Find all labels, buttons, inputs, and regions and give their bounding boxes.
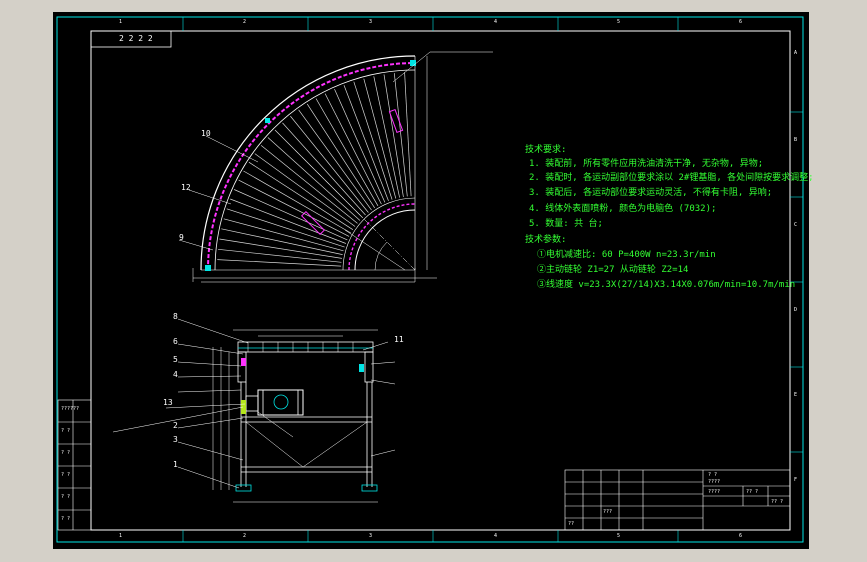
frame-tick-top-6: 6 xyxy=(739,19,743,25)
frame-tick-bottom-4: 4 xyxy=(494,533,498,539)
title-block-cell-7: ?? xyxy=(568,521,575,527)
roller xyxy=(315,98,379,207)
frame-tick-bottom-6: 6 xyxy=(739,533,743,539)
left-table-cell-4: ? ? xyxy=(61,472,71,478)
left-table-cell-2: ? ? xyxy=(61,428,71,434)
title-block-cell-3: ???? xyxy=(708,489,721,495)
frame-tick-top-1: 1 xyxy=(119,19,123,25)
callout-plan-12: 12 xyxy=(181,183,191,192)
notes-heading: 技术要求: xyxy=(525,145,567,155)
callout-elev-5: 5 xyxy=(173,355,178,364)
callout-elev-6: 6 xyxy=(173,337,178,346)
frame-tick-top-5: 5 xyxy=(617,19,621,25)
frame-tick-right-d: D xyxy=(794,307,798,313)
roller xyxy=(373,76,400,198)
param-item-2: ②主动链轮 Z1=27 从动链轮 Z2=14 xyxy=(537,265,689,275)
frame-tick-bottom-2: 2 xyxy=(243,533,247,539)
title-block-cell-4: ?? ? xyxy=(746,489,759,495)
roller xyxy=(226,208,345,248)
note-item-3: 3. 装配后, 各运动部位要求运动灵活, 不得有卡阻, 异响; xyxy=(529,188,773,198)
note-item-5: 5. 数量: 共 台; xyxy=(529,219,603,229)
callout-elev-2: 2 xyxy=(173,421,178,430)
frame-tick-right-c: C xyxy=(794,222,798,228)
frame-tick-right-f: F xyxy=(794,477,798,483)
title-corner-text: 2 2 2 2 xyxy=(119,34,153,43)
title-block-cell-2: ???? xyxy=(708,479,721,485)
left-table-cell-6: ? ? xyxy=(61,516,71,522)
callout-elev-4: 4 xyxy=(173,370,178,379)
title-block-cell-1: ? ? xyxy=(708,472,718,478)
roller xyxy=(254,153,356,227)
frame-tick-top-4: 4 xyxy=(494,19,498,25)
frame-tick-right-e: E xyxy=(794,392,798,398)
callout-elev-11: 11 xyxy=(394,335,404,344)
roller xyxy=(223,218,344,252)
frame-tick-right-b: B xyxy=(794,137,798,143)
left-table-cell-5: ? ? xyxy=(61,494,71,500)
roller xyxy=(383,74,404,197)
param-item-3: ③线速度 v=23.3X(27/14)X3.14X0.076m/min=10.7… xyxy=(537,280,796,290)
roller xyxy=(243,170,352,234)
callout-plan-10: 10 xyxy=(201,129,211,138)
params-heading: 技术参数: xyxy=(525,235,567,245)
title-block-cell-5: ?? ? xyxy=(771,499,784,505)
note-item-2: 2. 装配时, 各运动副部位要求涂以 2#锂基脂, 各处间隙按要求调整; xyxy=(529,173,814,183)
callout-elev-3: 3 xyxy=(173,435,178,444)
roller xyxy=(282,122,366,216)
left-table-cell-3: ? ? xyxy=(61,450,71,456)
frame-tick-bottom-5: 5 xyxy=(617,533,621,539)
frame-tick-top-2: 2 xyxy=(243,19,247,25)
title-block-cell-6: ??? xyxy=(603,509,613,515)
roller xyxy=(353,81,393,200)
cad-drawing-canvas[interactable]: 1 2 3 4 5 6 1 2 3 4 5 6 A B C D E F 2 2 … xyxy=(53,12,814,549)
callout-elev-13: 13 xyxy=(163,398,173,407)
frame-tick-bottom-3: 3 xyxy=(369,533,373,539)
roller xyxy=(298,109,372,211)
note-item-1: 1. 装配前, 所有零件应用洗油清洗干净, 无杂物, 异物; xyxy=(529,159,764,169)
param-item-1: ①电机减速比: 60 P=400W n=23.3r/min xyxy=(537,250,716,260)
roller xyxy=(219,238,342,259)
roller xyxy=(363,78,397,199)
frame-tick-right-a: A xyxy=(794,50,798,56)
roller xyxy=(290,115,369,213)
callout-plan-9: 9 xyxy=(179,233,184,242)
frame-tick-top-3: 3 xyxy=(369,19,373,25)
callout-elev-8: 8 xyxy=(173,312,178,321)
roller xyxy=(260,145,358,224)
callout-elev-1: 1 xyxy=(173,460,178,469)
roller xyxy=(221,228,343,255)
left-table-cell-1: ?????? xyxy=(61,406,80,412)
note-item-4: 4. 线体外表面喷粉, 颜色为电脑色 (7032); xyxy=(529,204,717,214)
roller xyxy=(267,137,361,221)
frame-tick-bottom-1: 1 xyxy=(119,533,123,539)
